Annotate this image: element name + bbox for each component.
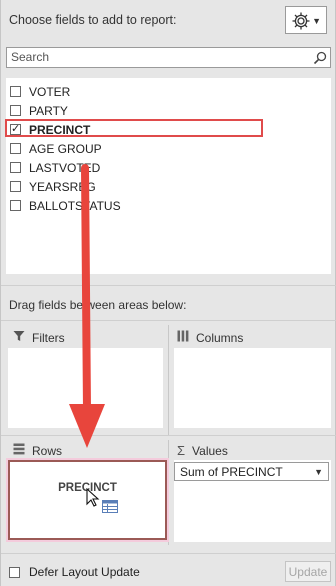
annotation-arrow [69,164,105,448]
drag-field-icon [102,500,118,516]
values-label: Values [192,443,228,458]
field-label: AGE GROUP [29,141,102,156]
chevron-down-icon[interactable]: ▼ [314,467,323,477]
field-label: PARTY [29,103,68,118]
search-input[interactable] [7,48,295,66]
divider [1,320,336,321]
field-item-voter[interactable]: VOTER [6,82,70,101]
filters-label: Filters [32,330,65,345]
chevron-down-icon: ▼ [312,16,321,26]
columns-label: Columns [196,330,244,345]
columns-icon [177,330,189,345]
rows-icon [13,443,25,458]
area-divider [168,325,169,435]
defer-label: Defer Layout Update [29,565,140,579]
tools-button[interactable]: ▼ [285,6,327,34]
field-checkbox[interactable] [10,181,21,192]
field-label: VOTER [29,84,71,99]
pivot-fields-pane: Choose fields to add to report: ▼ VOTER [0,0,336,586]
field-checkbox[interactable] [10,105,21,116]
rows-area-header: Rows [13,443,62,458]
field-checkbox[interactable] [10,162,21,173]
field-list: VOTER PARTY PRECINCT AGE GROUP LASTVOTED… [6,78,331,274]
mouse-cursor-icon [86,487,100,511]
field-item-party[interactable]: PARTY [6,101,68,120]
rows-label: Rows [32,443,63,458]
pane-footer: Defer Layout Update Update [1,557,336,586]
sigma-icon: Σ [177,443,186,458]
divider [1,435,336,436]
field-checkbox[interactable] [10,143,21,154]
filter-icon [13,330,25,345]
gear-icon [291,11,311,34]
update-button[interactable]: Update [285,561,331,582]
pane-title: Choose fields to add to report: [9,13,177,27]
field-item-age-group[interactable]: AGE GROUP [6,139,102,158]
values-field-item[interactable]: Sum of PRECINCT ▼ [174,462,329,481]
defer-checkbox[interactable] [9,566,20,578]
columns-drop-zone[interactable] [174,348,331,428]
values-field-label: Sum of PRECINCT [180,464,283,479]
defer-layout-update[interactable]: Defer Layout Update [9,565,140,579]
columns-area-header: Columns [177,330,243,345]
values-area-header: Σ Values [177,443,228,458]
annotation-highlight-box [5,119,263,137]
divider [1,285,336,286]
search-icon[interactable] [313,51,327,68]
search-box[interactable] [6,47,331,68]
rows-drop-zone[interactable]: PRECINCT [8,460,167,540]
field-checkbox[interactable] [10,200,21,211]
area-divider [168,440,169,545]
field-checkbox[interactable] [10,86,21,97]
divider [1,553,336,554]
filters-area-header: Filters [13,330,65,345]
